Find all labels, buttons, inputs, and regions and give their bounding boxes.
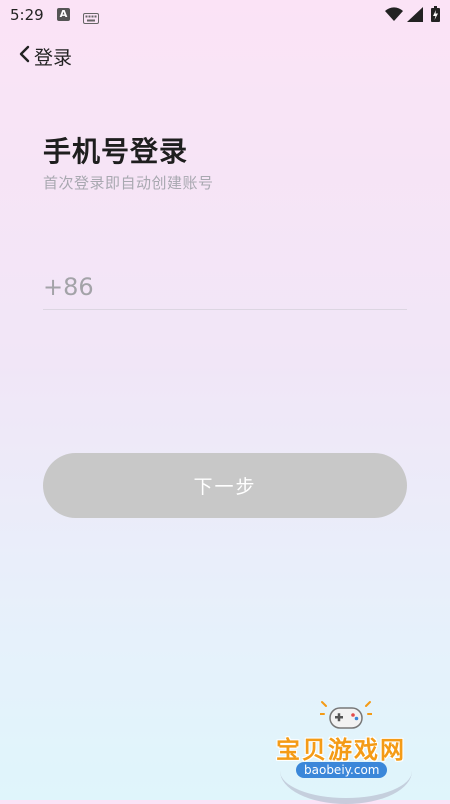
phone-number-input[interactable] <box>99 266 407 308</box>
watermark-url: baobeiy.com <box>296 762 388 778</box>
watermark-title: 宝贝游戏网 <box>276 736 406 764</box>
phone-input-row: +86 <box>43 265 407 310</box>
status-time: 5:29 <box>10 6 44 24</box>
back-button[interactable]: 登录 <box>18 42 72 70</box>
keyboard-icon <box>83 9 99 28</box>
a-notification-icon: A <box>57 8 70 21</box>
country-code[interactable]: +86 <box>43 273 94 301</box>
next-button[interactable]: 下一步 <box>43 453 407 518</box>
header-title: 登录 <box>34 46 73 69</box>
chevron-left-icon <box>18 45 30 67</box>
watermark-logo: 宝贝游戏网 baobeiy.com <box>272 700 422 804</box>
status-bar: 5:29 A <box>0 0 450 30</box>
page-subtitle: 首次登录即自动创建账号 <box>43 174 214 192</box>
battery-icon <box>431 6 440 26</box>
wifi-icon <box>385 7 403 26</box>
page-title: 手机号登录 <box>43 135 189 168</box>
signal-icon <box>407 7 423 26</box>
